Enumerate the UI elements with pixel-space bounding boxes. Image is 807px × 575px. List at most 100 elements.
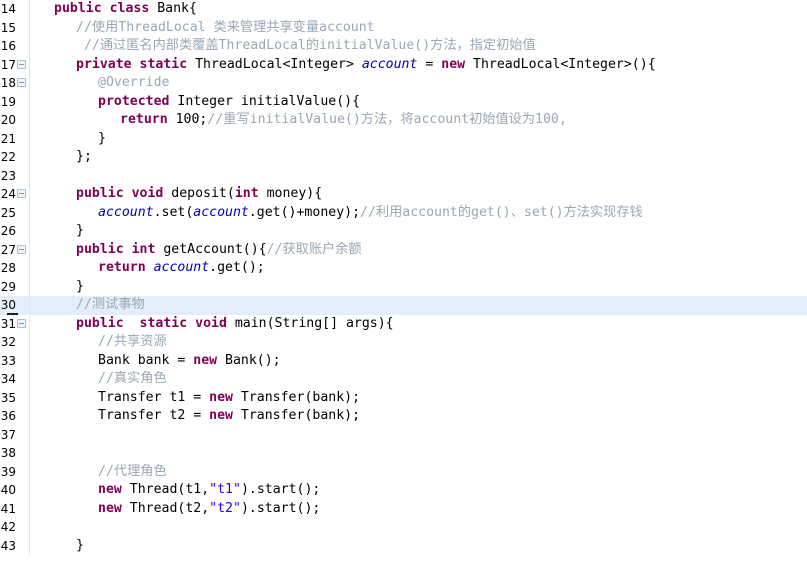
code-line[interactable]: 29} <box>0 277 807 297</box>
code-line[interactable]: 22}; <box>0 148 807 167</box>
code-line-text[interactable]: //通过匿名内部类覆盖ThreadLocal的initialValue()方法，… <box>30 37 807 56</box>
code-line[interactable]: 14 public class Bank{ <box>0 0 807 19</box>
line-number-gutter[interactable]: 22 <box>0 148 26 167</box>
code-line-text[interactable]: } <box>30 537 807 556</box>
line-number-gutter[interactable]: 23 <box>0 167 26 186</box>
code-line-text[interactable]: Transfer t1 = new Transfer(bank); <box>30 389 807 408</box>
code-line[interactable]: 15 //使用ThreadLocal 类来管理共享变量account <box>0 18 807 38</box>
code-line[interactable]: 28 return account.get(); <box>0 259 807 278</box>
line-number-gutter[interactable]: 28 <box>0 259 26 278</box>
fold-collapse-icon[interactable] <box>17 78 26 87</box>
line-number: 23 <box>0 168 16 183</box>
code-lines-container[interactable]: 14 public class Bank{15 //使用ThreadLocal 类来… <box>0 0 807 555</box>
code-line-text[interactable] <box>30 167 807 186</box>
line-number-gutter[interactable]: 24 <box>0 185 26 204</box>
code-line-text[interactable]: } <box>30 222 807 241</box>
line-number-gutter[interactable]: 25 <box>0 204 26 223</box>
code-line[interactable]: 17 private static ThreadLocal<Integer> ac… <box>0 55 807 75</box>
fold-collapse-icon[interactable] <box>17 244 26 254</box>
line-number-gutter[interactable]: 17 <box>0 56 26 75</box>
code-line-text[interactable]: //真实角色 <box>30 370 807 389</box>
code-line-text[interactable]: public class Bank{ <box>30 0 807 19</box>
code-line[interactable]: 16 //通过匿名内部类覆盖ThreadLocal的initialValue()… <box>0 37 807 56</box>
code-line[interactable]: 20 return 100;//重写initialValue()方法，将accou… <box>0 111 807 130</box>
code-line-text[interactable]: public void deposit(int money){ <box>30 185 807 204</box>
line-number-gutter[interactable]: 39 <box>0 463 26 482</box>
code-line-text[interactable]: } <box>30 130 807 149</box>
line-number-gutter[interactable]: 19 <box>0 93 26 112</box>
line-number-gutter[interactable]: 16 <box>0 37 26 56</box>
code-line-text[interactable]: //使用ThreadLocal 类来管理共享变量account <box>30 19 807 38</box>
line-number-gutter[interactable]: 41 <box>0 500 26 519</box>
code-line-text[interactable] <box>30 444 807 463</box>
code-line[interactable]: 35 Transfer t1 = new Transfer(bank); <box>0 388 807 408</box>
line-number-gutter[interactable]: 20 <box>0 111 26 130</box>
code-editor[interactable]: 14 public class Bank{15 //使用ThreadLocal 类来… <box>0 0 807 575</box>
code-line[interactable]: 41 new Thread(t2,"t2").start(); <box>0 499 807 519</box>
line-number-gutter[interactable]: 36 <box>0 407 26 426</box>
code-line[interactable]: 34 //真实角色 <box>0 370 807 389</box>
code-line[interactable]: 37 <box>0 425 807 445</box>
line-number-gutter[interactable]: 14 <box>0 0 26 19</box>
code-line-text[interactable]: return account.get(); <box>30 259 807 278</box>
code-line[interactable]: 23 <box>0 166 807 186</box>
code-line-text[interactable]: public static void main(String[] args){ <box>30 315 807 334</box>
code-line-text[interactable]: } <box>30 278 807 297</box>
line-number-gutter[interactable]: 18 <box>0 74 26 93</box>
line-number-gutter[interactable]: 29 <box>0 278 26 297</box>
line-number-gutter[interactable]: 38 <box>0 444 26 463</box>
code-line[interactable]: 40 new Thread(t1,"t1").start(); <box>0 481 807 500</box>
code-line-text[interactable]: new Thread(t2,"t2").start(); <box>30 500 807 519</box>
code-line[interactable]: 27 public int getAccount(){//获取账户余额 <box>0 240 807 260</box>
code-line-text[interactable]: Transfer t2 = new Transfer(bank); <box>30 407 807 426</box>
line-number-gutter[interactable]: 34 <box>0 370 26 389</box>
line-number-gutter[interactable]: 32 <box>0 333 26 352</box>
line-number-gutter[interactable]: 33 <box>0 352 26 371</box>
code-line-text[interactable]: return 100;//重写initialValue()方法，将account… <box>30 111 807 130</box>
line-number-gutter[interactable]: 30 <box>0 296 26 315</box>
code-line[interactable]: 43} <box>0 536 807 556</box>
code-line-text[interactable]: new Thread(t1,"t1").start(); <box>30 481 807 500</box>
line-number-gutter[interactable]: 15 <box>0 19 26 38</box>
code-line[interactable]: 32 //共享资源 <box>0 333 807 352</box>
code-line[interactable]: 30 //测试事物 <box>0 296 807 315</box>
line-number-gutter[interactable]: 43 <box>0 537 26 556</box>
code-line[interactable]: 38 <box>0 444 807 463</box>
code-line[interactable]: 26} <box>0 222 807 241</box>
code-line[interactable]: 24 public void deposit(int money){ <box>0 185 807 204</box>
code-line-text[interactable]: //共享资源 <box>30 333 807 352</box>
code-line[interactable]: 36 Transfer t2 = new Transfer(bank); <box>0 407 807 426</box>
code-line-text[interactable] <box>30 426 807 445</box>
code-line[interactable]: 31 public static void main(String[] args)… <box>0 314 807 334</box>
line-number-gutter[interactable]: 31 <box>0 315 26 334</box>
code-line-text[interactable]: account.set(account.get()+money);//利用acc… <box>30 204 807 223</box>
code-line-text[interactable]: }; <box>30 148 807 167</box>
code-line-text[interactable]: public int getAccount(){//获取账户余额 <box>30 241 807 260</box>
code-line-text[interactable]: protected Integer initialValue(){ <box>30 93 807 112</box>
line-number-gutter[interactable]: 37 <box>0 426 26 445</box>
line-number-gutter[interactable]: 40 <box>0 481 26 500</box>
code-line-text[interactable]: @Override <box>30 74 807 93</box>
line-number-gutter[interactable]: 35 <box>0 389 26 408</box>
code-line-text[interactable]: //代理角色 <box>30 463 807 482</box>
line-number-gutter[interactable]: 26 <box>0 222 26 241</box>
code-line-text[interactable] <box>30 518 807 537</box>
line-number-gutter[interactable]: 21 <box>0 130 26 149</box>
line-number: 26 <box>0 224 16 238</box>
code-line[interactable]: 33 Bank bank = new Bank(); <box>0 351 807 371</box>
line-number-gutter[interactable]: 42 <box>0 518 26 537</box>
fold-collapse-icon[interactable] <box>17 318 26 328</box>
code-line-text[interactable]: //测试事物 <box>30 296 807 315</box>
fold-collapse-icon[interactable] <box>17 59 26 69</box>
fold-collapse-icon[interactable] <box>17 189 26 198</box>
code-line[interactable]: 42 <box>0 518 807 537</box>
code-line-text[interactable]: Bank bank = new Bank(); <box>30 352 807 371</box>
code-line-text[interactable]: private static ThreadLocal<Integer> acco… <box>30 56 807 75</box>
code-line[interactable]: 25 account.set(account.get()+money);//利用a… <box>0 203 807 223</box>
line-number: 20 <box>0 113 16 127</box>
code-line[interactable]: 39 //代理角色 <box>0 462 807 482</box>
code-line[interactable]: 18 @Override <box>0 74 807 93</box>
line-number-gutter[interactable]: 27 <box>0 241 26 260</box>
code-line[interactable]: 19 protected Integer initialValue(){ <box>0 92 807 112</box>
code-line[interactable]: 21} <box>0 129 807 149</box>
